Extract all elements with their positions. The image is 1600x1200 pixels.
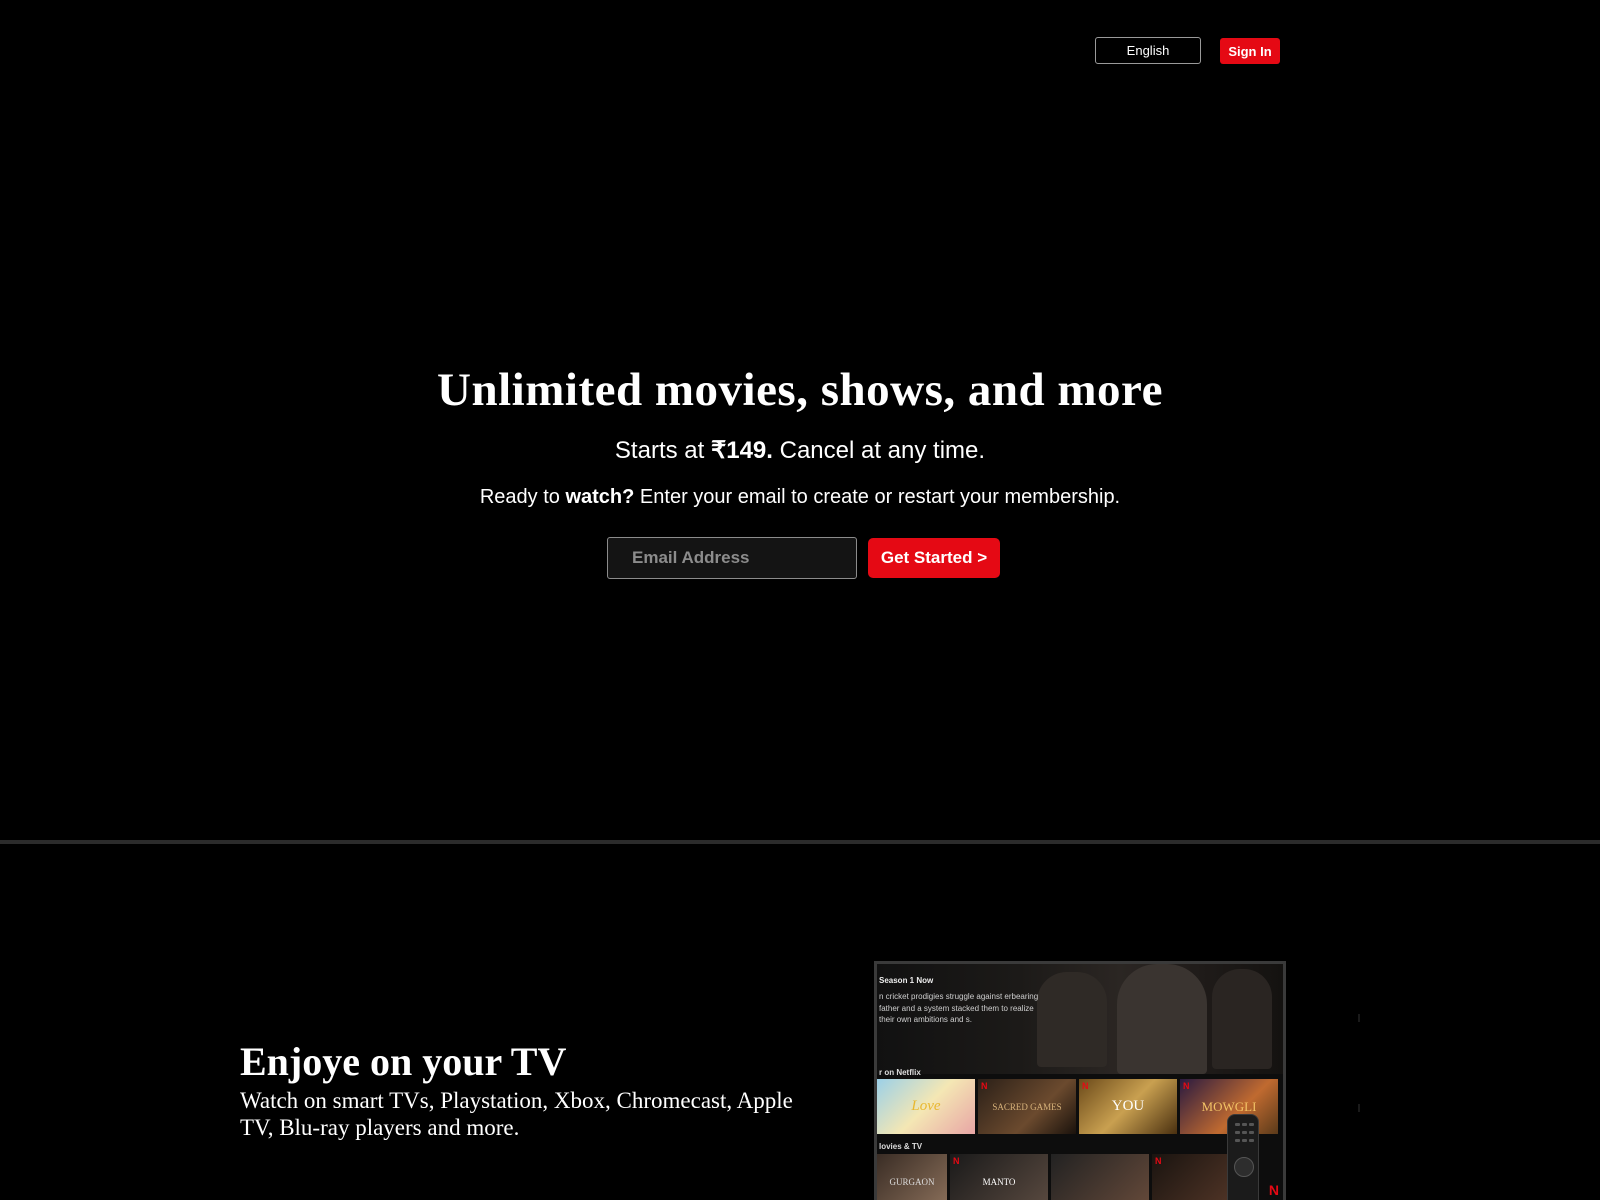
remote-button: [1242, 1131, 1247, 1134]
poster-tile: [1051, 1154, 1149, 1200]
ready-bold: watch?: [565, 486, 635, 508]
tv-show-description: n cricket prodigies struggle against erb…: [879, 992, 1039, 1024]
remote-button: [1242, 1123, 1247, 1126]
tv-poster-row: Love N SACRED GAMES N YOU N MOWGLI: [877, 1079, 1278, 1134]
tv-top-nav: [877, 964, 1283, 970]
poster-title: MANTO: [982, 1176, 1016, 1187]
remote-button: [1249, 1123, 1254, 1126]
email-signup-form: Get Started >: [607, 537, 1000, 579]
poster-tile: N MANTO: [950, 1154, 1048, 1200]
language-select-button[interactable]: English: [1095, 37, 1201, 64]
poster-title: YOU: [1111, 1098, 1145, 1114]
netflix-badge-icon: N: [981, 1081, 988, 1091]
tv-poster-row: GURGAON N MANTO N: [877, 1154, 1250, 1200]
remote-button: [1235, 1139, 1240, 1142]
tv-feature-text: Enjoye on your TV Watch on smart TVs, Pl…: [240, 1039, 800, 1141]
tv-remote-icon: [1227, 1114, 1259, 1200]
remote-button: [1249, 1139, 1254, 1142]
remote-button: [1242, 1139, 1247, 1142]
sign-in-button[interactable]: Sign In: [1220, 38, 1280, 64]
poster-title: MOWGLI: [1201, 1098, 1257, 1114]
tv-season-label: Season 1 Now: [879, 976, 934, 985]
remote-button: [1235, 1123, 1240, 1126]
banner-figure: [1037, 972, 1107, 1067]
hero-price-text: Starts at ₹149. Cancel at any time.: [0, 436, 1600, 466]
remote-button: [1249, 1131, 1254, 1134]
price-prefix: Starts at: [614, 437, 711, 464]
netflix-badge-icon: N: [1183, 1081, 1190, 1091]
banner-figure: [1117, 964, 1207, 1074]
netflix-logo-icon: N: [1268, 1182, 1279, 1198]
poster-tile: Love: [877, 1079, 975, 1134]
remote-dial: [1234, 1157, 1254, 1177]
banner-figure: [1212, 969, 1272, 1069]
netflix-badge-icon: N: [1155, 1156, 1162, 1166]
decorative-tick: [1358, 1014, 1360, 1022]
hero-content: Unlimited movies, shows, and more Starts…: [0, 360, 1600, 512]
hero-ready-text: Ready to watch? Enter your email to crea…: [0, 482, 1600, 512]
poster-title: SACRED GAMES: [992, 1101, 1062, 1112]
tv-feature-description: Watch on smart TVs, Playstation, Xbox, C…: [240, 1088, 793, 1140]
poster-title: Love: [911, 1098, 941, 1114]
tv-feature-heading: Enjoye on your TV: [240, 1039, 567, 1084]
tv-screen-image: Season 1 Now n cricket prodigies struggl…: [874, 961, 1286, 1200]
get-started-button[interactable]: Get Started >: [868, 538, 1000, 578]
netflix-badge-icon: N: [953, 1156, 960, 1166]
price-suffix: Cancel at any time.: [772, 437, 986, 464]
netflix-badge-icon: N: [1082, 1081, 1089, 1091]
poster-tile: N YOU: [1079, 1079, 1177, 1134]
tv-row-label: lovies & TV: [879, 1142, 923, 1151]
poster-tile: N SACRED GAMES: [978, 1079, 1076, 1134]
remote-button: [1235, 1131, 1240, 1134]
ready-prefix: Ready to: [479, 486, 566, 508]
tv-feature-section: Enjoye on your TV Watch on smart TVs, Pl…: [0, 844, 1600, 1200]
ready-suffix: Enter your email to create or restart yo…: [634, 486, 1121, 508]
email-input[interactable]: [607, 537, 857, 579]
poster-tile: GURGAON: [877, 1154, 947, 1200]
decorative-tick: [1358, 1104, 1360, 1112]
hero-section: English Sign In Unlimited movies, shows,…: [0, 0, 1600, 840]
hero-title: Unlimited movies, shows, and more: [437, 364, 1163, 416]
poster-title: GURGAON: [889, 1176, 935, 1187]
tv-row-label: r on Netflix: [879, 1068, 921, 1077]
price-amount: ₹149.: [710, 437, 773, 464]
